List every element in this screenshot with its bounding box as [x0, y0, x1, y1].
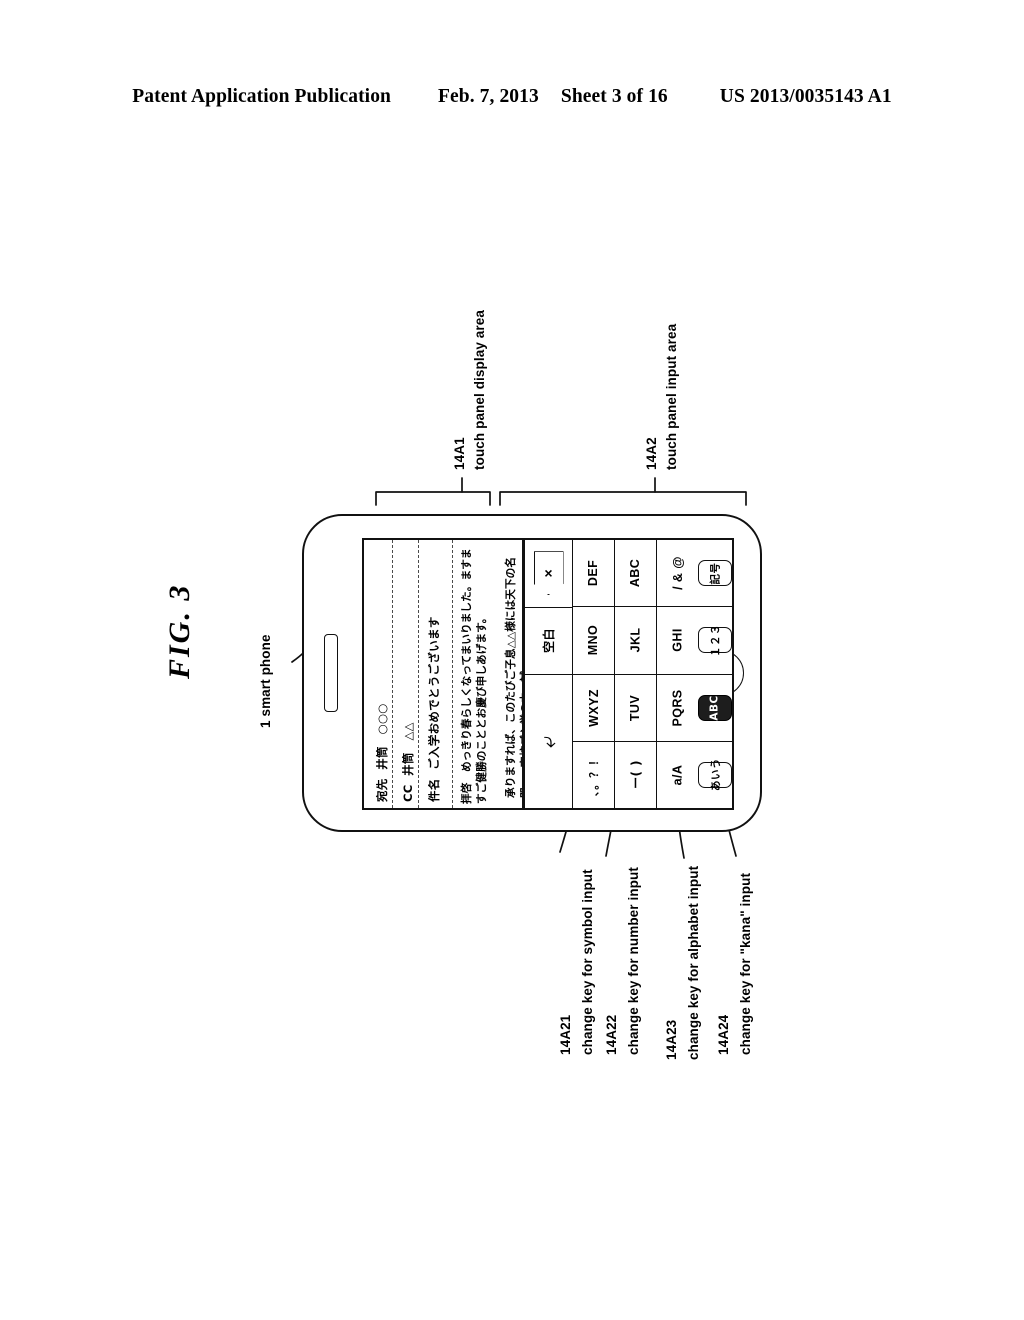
key-enter[interactable]: ⤷ — [525, 674, 572, 808]
callout-display-area-num: 14A1 — [452, 437, 467, 470]
key-space[interactable]: 空白 — [525, 606, 572, 675]
callout-kana-key-text: change key for "kana" input — [738, 872, 753, 1055]
enter-arrow-icon: ⤷ — [535, 735, 561, 748]
key-symbols[interactable]: / & @ — [657, 540, 698, 606]
mode-key-cell-alphabet[interactable]: ABC — [698, 673, 732, 741]
callout-kana-key-num: 14A24 — [716, 1014, 731, 1055]
mail-cc-row: CC 井筒 △△ — [401, 722, 415, 802]
callout-input-area: 14A2 — [644, 437, 660, 470]
publication-date: Feb. 7, 2013 — [438, 86, 539, 107]
publication-header: Patent Application Publication Feb. 7, 2… — [0, 86, 1024, 108]
change-key-kana-input[interactable]: あいう — [698, 758, 732, 791]
change-key-alphabet-input[interactable]: ABC — [698, 694, 732, 721]
keyboard-row-2: ABC JKL TUV ー( ) — [614, 540, 656, 808]
speaker-slot — [324, 634, 338, 712]
publication-title: Patent Application Publication — [132, 86, 391, 107]
mode-key-row: 記号 １２３ ABC あいう — [698, 540, 732, 808]
callout-number-key-text: change key for number input — [626, 867, 641, 1055]
callout-smartphone: 1 smart phone — [258, 634, 273, 728]
callout-number-key-num: 14A22 — [604, 1014, 619, 1055]
sheet-number: Sheet 3 of 16 — [560, 86, 668, 107]
touch-panel-screen[interactable]: 宛先 井筒 ○○○ CC 井筒 △△ 件名 ご入学おめでとうございます 拝啓 め… — [362, 538, 734, 810]
mail-to-row: 宛先 井筒 ○○○ — [375, 703, 389, 802]
key-brackets[interactable]: ー( ) — [615, 740, 656, 808]
keyboard-row-3: DEF MNO WXYZ 、。？！ — [572, 540, 614, 808]
callout-alphabet-key-num: 14A23 — [664, 1019, 679, 1060]
mode-key-cell-symbol[interactable]: 記号 — [698, 540, 732, 606]
mail-divider-1 — [392, 540, 393, 808]
smartphone-body: 宛先 井筒 ○○○ CC 井筒 △△ 件名 ご入学おめでとうございます 拝啓 め… — [302, 514, 762, 832]
callout-symbol-key-text: change key for symbol input — [580, 869, 595, 1055]
key-mno[interactable]: MNO — [573, 606, 614, 673]
mode-key-cell-number[interactable]: １２３ — [698, 606, 732, 673]
publication-number: US 2013/0035143 A1 — [719, 86, 892, 107]
callout-alphabet-key-text: change key for alphabet input — [686, 865, 701, 1060]
key-punctuation[interactable]: 、。？！ — [573, 740, 614, 808]
change-key-symbol-input[interactable]: 記号 — [698, 560, 732, 587]
backspace-icon: × — [533, 551, 564, 596]
mode-key-cell-kana[interactable]: あいう — [698, 740, 732, 808]
key-def[interactable]: DEF — [573, 540, 614, 606]
keyboard-row-4: × 空白 ⤷ — [524, 540, 572, 808]
key-wxyz[interactable]: WXYZ — [573, 673, 614, 741]
key-jkl[interactable]: JKL — [615, 606, 656, 673]
key-ghi[interactable]: GHI — [657, 606, 698, 673]
callout-display-area: 14A1 — [452, 437, 468, 470]
mail-body-paragraph-1: 拝啓 めっきり春らしくなってまいりました。ますますご健勝のこととお慶び申しあげま… — [461, 548, 488, 804]
callout-display-area-text: touch panel display area — [472, 310, 487, 470]
callout-input-area-num: 14A2 — [644, 437, 659, 470]
key-abc[interactable]: ABC — [615, 540, 656, 606]
key-tuv[interactable]: TUV — [615, 673, 656, 741]
key-pqrs[interactable]: PQRS — [657, 673, 698, 741]
key-backspace[interactable]: × — [525, 540, 572, 607]
callout-symbol-key-num: 14A21 — [558, 1014, 573, 1055]
mail-body-paragraph-2: 承りますれば、このたびご子息△△様には天下の名門□□高校ご入学の由、誠 — [505, 556, 522, 798]
change-key-number-input[interactable]: １２３ — [698, 624, 732, 657]
figure-label: FIG. 3 — [163, 583, 196, 679]
mail-subject-row: 件名 ご入学おめでとうございます — [427, 616, 441, 802]
keyboard-row-1: / & @ GHI PQRS a/A — [656, 540, 698, 808]
callout-input-area-text: touch panel input area — [664, 323, 679, 470]
touch-panel-input-area[interactable]: 記号 １２３ ABC あいう / & @ GHI PQRS a/A ABC JK… — [524, 540, 732, 808]
mail-divider-3 — [452, 540, 453, 808]
mail-divider-2 — [418, 540, 419, 808]
touch-panel-display-area: 宛先 井筒 ○○○ CC 井筒 △△ 件名 ご入学おめでとうございます 拝啓 め… — [364, 540, 524, 808]
key-case-toggle[interactable]: a/A — [657, 740, 698, 808]
